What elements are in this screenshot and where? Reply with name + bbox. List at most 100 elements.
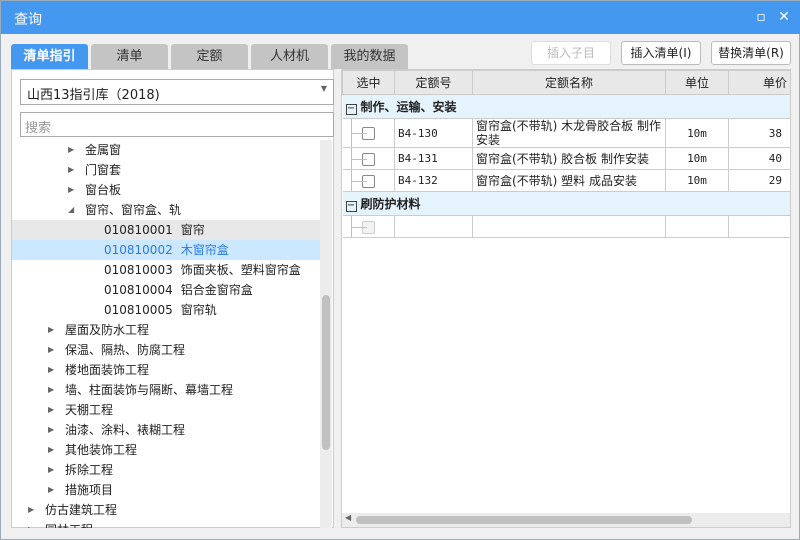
tree-node-text: 窗帘 [180, 223, 205, 237]
tree-scrollbar[interactable] [320, 140, 332, 528]
tree-node[interactable]: ◢ 窗帘、窗帘盒、轨 [12, 200, 321, 220]
caret-right-icon[interactable]: ▶ [48, 400, 54, 420]
tree-node[interactable]: ▶ 墙、柱面装饰与隔断、幕墙工程 [12, 380, 321, 400]
tree-node[interactable]: ▶ 油漆、涂料、裱糊工程 [12, 420, 321, 440]
tree-node-code: 010810002 [104, 243, 173, 257]
insert-sub-button[interactable]: 插入子目 [531, 41, 611, 65]
guide-tree: ▶ 金属窗 ▶ 门窗套 ▶ 窗台板 ◢ 窗帘、窗帘盒、轨 010810001 窗帘 01081000… [12, 140, 321, 528]
tree-node[interactable]: ▶ 仿古建筑工程 [12, 500, 321, 520]
tree-node[interactable]: ▶ 楼地面装饰工程 [12, 360, 321, 380]
tab-quota[interactable]: 定额 [171, 44, 248, 69]
cell-unit: 10m [665, 147, 729, 170]
tree-node[interactable]: ▶ 措施项目 [12, 480, 321, 500]
table-row[interactable] [342, 215, 790, 238]
tree-node[interactable]: ▶ 其他装饰工程 [12, 440, 321, 460]
search-input[interactable]: 搜索 [20, 112, 334, 137]
tree-node[interactable]: ▶ 屋面及防水工程 [12, 320, 321, 340]
tree-node-label: 仿古建筑工程 [45, 503, 118, 517]
group-title[interactable]: − 制作、运输、安装 [342, 94, 790, 119]
tree-node[interactable]: 010810003 饰面夹板、塑料窗帘盒 [12, 260, 321, 280]
caret-right-icon[interactable]: ▶ [68, 160, 74, 180]
tree-node[interactable]: 010810004 铝合金窗帘盒 [12, 280, 321, 300]
table-row[interactable]: B4-130 窗帘盒(不带轨) 木龙骨胶合板 制作安装 10m 38 [342, 118, 790, 148]
tab-my-data[interactable]: 我的数据 [331, 44, 408, 69]
scrollbar-thumb[interactable] [356, 516, 692, 524]
col-code[interactable]: 定额号 [394, 70, 473, 95]
caret-right-icon[interactable]: ▶ [68, 140, 74, 160]
tree-node-label: 窗帘、窗帘盒、轨 [85, 203, 182, 217]
tree-node-label: 措施项目 [65, 483, 114, 497]
caret-right-icon[interactable]: ▶ [48, 360, 54, 380]
collapse-icon[interactable]: − [345, 104, 357, 115]
tree-node-label: 油漆、涂料、裱糊工程 [65, 423, 186, 437]
tree-node-label: 010810001 窗帘 [104, 220, 205, 240]
close-icon[interactable]: ✕ [776, 9, 792, 25]
library-select[interactable]: 山西13指引库（2018) ▼ [20, 79, 334, 105]
caret-right-icon[interactable]: ▶ [48, 460, 54, 480]
tree-node-text: 窗帘轨 [180, 303, 217, 317]
cell-name: 窗帘盒(不带轨) 胶合板 制作安装 [472, 147, 666, 170]
col-price[interactable]: 单价 [728, 70, 790, 95]
tree-node[interactable]: 010810001 窗帘 [12, 220, 321, 240]
group-title-text: 制作、运输、安装 [360, 100, 457, 114]
group-row[interactable]: − 制作、运输、安装 [342, 94, 790, 119]
caret-right-icon[interactable]: ▶ [48, 320, 54, 340]
replace-list-button[interactable]: 替换清单(R) [711, 41, 791, 65]
title-bar: 查询 ▫ ✕ [1, 1, 800, 34]
tab-list-guide[interactable]: 清单指引 [11, 44, 88, 69]
caret-right-icon[interactable]: ▶ [48, 420, 54, 440]
caret-right-icon[interactable]: ▶ [48, 340, 54, 360]
tree-node-label: 楼地面装饰工程 [65, 363, 150, 377]
tree-node-text: 铝合金窗帘盒 [180, 283, 253, 297]
tree-node[interactable]: 010810002 木窗帘盒 [12, 240, 321, 260]
caret-right-icon[interactable]: ▶ [48, 440, 54, 460]
cell-code: B4-130 [394, 118, 473, 148]
tree-node-text: 木窗帘盒 [180, 243, 229, 257]
maximize-icon[interactable]: ▫ [753, 9, 769, 25]
grid-hscrollbar[interactable]: ◀ [342, 513, 790, 527]
tree-node-label: 其他装饰工程 [65, 443, 138, 457]
collapse-icon[interactable]: − [345, 201, 357, 212]
tree-node-label: 010810004 铝合金窗帘盒 [104, 280, 253, 300]
tree-node-label: 屋面及防水工程 [65, 323, 150, 337]
caret-right-icon[interactable]: ▶ [48, 480, 54, 500]
cell-price: 38 [728, 118, 790, 148]
group-title-text: 刷防护材料 [360, 197, 421, 211]
tree-node[interactable]: ▶ 门窗套 [12, 160, 321, 180]
caret-right-icon[interactable]: ▶ [28, 500, 34, 520]
tree-node-label: 010810003 饰面夹板、塑料窗帘盒 [104, 260, 301, 280]
group-row[interactable]: − 刷防护材料 [342, 191, 790, 216]
tree-node[interactable]: ▶ 天棚工程 [12, 400, 321, 420]
group-title[interactable]: − 刷防护材料 [342, 191, 790, 216]
tree-node[interactable]: ▶ 窗台板 [12, 180, 321, 200]
table-row[interactable]: B4-132 窗帘盒(不带轨) 塑料 成品安装 10m 29 [342, 169, 790, 192]
caret-right-icon[interactable]: ▶ [48, 380, 54, 400]
window-title: 查询 [14, 12, 42, 28]
col-select[interactable]: 选中 [342, 70, 395, 95]
col-name[interactable]: 定额名称 [472, 70, 666, 95]
tab-materials[interactable]: 人材机 [251, 44, 328, 69]
cell-name: 窗帘盒(不带轨) 塑料 成品安装 [472, 169, 666, 192]
tree-node-label: 010810005 窗帘轨 [104, 300, 217, 320]
tree-node[interactable]: ▶ 金属窗 [12, 140, 321, 160]
caret-right-icon[interactable]: ▶ [28, 520, 34, 528]
library-select-value: 山西13指引库（2018) [27, 88, 160, 103]
tree-node-code: 010810001 [104, 223, 173, 237]
tree-node-label: 保温、隔热、防腐工程 [65, 343, 186, 357]
tree-node[interactable]: ▶ 拆除工程 [12, 460, 321, 480]
table-row[interactable]: B4-131 窗帘盒(不带轨) 胶合板 制作安装 10m 40 [342, 147, 790, 170]
quota-grid-panel: 选中 定额号 定额名称 单位 单价 − 制作、运输、安装 B4-130 窗帘盒(不… [341, 69, 791, 528]
insert-list-button[interactable]: 插入清单(I) [621, 41, 701, 65]
tab-list[interactable]: 清单 [91, 44, 168, 69]
scroll-left-icon[interactable]: ◀ [345, 513, 351, 522]
tree-node[interactable]: ▶ 园林工程 [12, 520, 321, 528]
scrollbar-thumb[interactable] [322, 295, 330, 450]
tree-node-label: 天棚工程 [65, 403, 114, 417]
cell-code [394, 215, 473, 238]
tree-node[interactable]: 010810005 窗帘轨 [12, 300, 321, 320]
caret-down-icon[interactable]: ◢ [68, 200, 74, 220]
col-unit[interactable]: 单位 [665, 70, 729, 95]
tree-node[interactable]: ▶ 保温、隔热、防腐工程 [12, 340, 321, 360]
caret-right-icon[interactable]: ▶ [68, 180, 74, 200]
cell-name [472, 215, 666, 238]
